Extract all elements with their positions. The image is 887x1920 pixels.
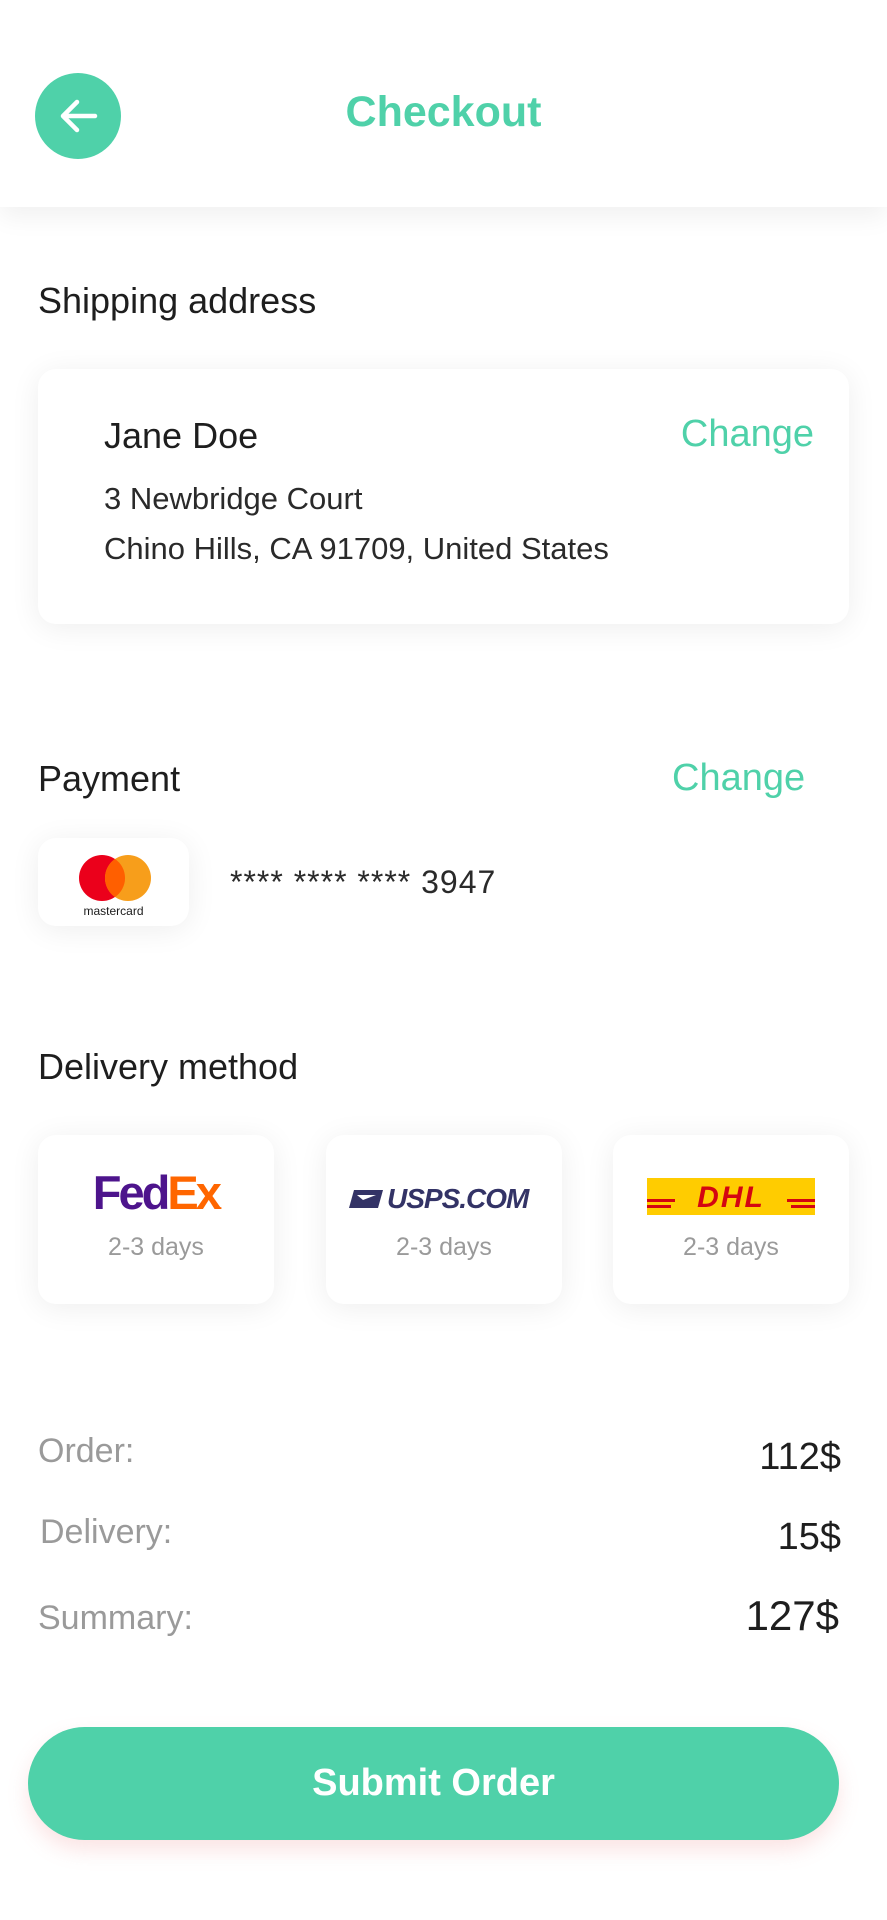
delivery-option-usps[interactable]: USPS.COM 2-3 days — [326, 1135, 562, 1304]
delivery-days-label: 2-3 days — [396, 1233, 492, 1261]
delivery-days-label: 2-3 days — [108, 1233, 204, 1261]
order-value: 112$ — [759, 1436, 841, 1478]
fedex-logo: FedEx. — [92, 1166, 222, 1219]
app-header: Checkout — [0, 0, 887, 207]
delivery-section-title: Delivery method — [38, 1046, 299, 1087]
summary-label: Summary: — [38, 1599, 193, 1637]
shipping-address-card: Jane Doe Change 3 Newbridge Court Chino … — [38, 369, 849, 624]
masked-card-number: **** **** **** 3947 — [230, 864, 497, 900]
payment-section-title: Payment — [38, 758, 181, 799]
change-payment-link[interactable]: Change — [672, 757, 805, 800]
address-line-2: Chino Hills, CA 91709, United States — [104, 531, 609, 566]
delivery-option-fedex[interactable]: FedEx. 2-3 days — [38, 1135, 274, 1304]
delivery-label: Delivery: — [40, 1513, 173, 1551]
delivery-option-dhl[interactable]: DHL 2-3 days — [613, 1135, 849, 1304]
shipping-section-title: Shipping address — [38, 280, 317, 321]
order-label: Order: — [38, 1432, 135, 1470]
submit-order-button[interactable]: Submit Order — [28, 1727, 839, 1840]
recipient-name: Jane Doe — [104, 415, 259, 456]
address-line-1: 3 Newbridge Court — [104, 481, 363, 516]
page-title: Checkout — [345, 88, 542, 136]
usps-logo: USPS.COM — [348, 1183, 529, 1215]
change-address-link[interactable]: Change — [681, 413, 814, 456]
delivery-days-label: 2-3 days — [683, 1233, 779, 1261]
summary-value: 127$ — [745, 1592, 839, 1639]
dhl-logo: DHL — [647, 1178, 815, 1215]
mastercard-wordmark: mastercard — [83, 904, 144, 918]
delivery-value: 15$ — [777, 1516, 841, 1558]
usps-eagle-icon — [349, 1190, 383, 1208]
mastercard-logo-card: mastercard — [38, 838, 189, 926]
